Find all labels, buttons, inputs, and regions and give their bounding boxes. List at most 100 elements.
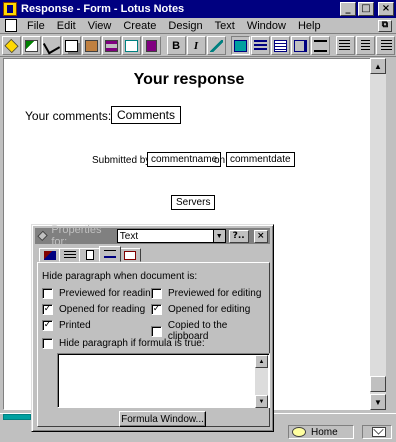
document-icon[interactable]	[5, 19, 17, 32]
opened-reading-option[interactable]: ✓ Opened for reading	[42, 304, 145, 315]
formula-scroll-down-button[interactable]: ▼	[255, 395, 268, 408]
chevron-down-icon[interactable]: ▼	[212, 230, 225, 242]
cut-icon[interactable]	[41, 36, 61, 55]
location-icon	[292, 427, 306, 437]
opened-editing-label: Opened for editing	[168, 304, 251, 315]
text-properties-icon[interactable]	[231, 36, 251, 55]
indent-icon[interactable]	[251, 36, 271, 55]
printed-label: Printed	[59, 320, 91, 331]
title-bar: Response - Form - Lotus Notes _ □ ×	[0, 0, 396, 18]
properties-infobox: Properties for: Text ▼ ?.. × Hide paragr…	[31, 224, 274, 432]
previewed-reading-label: Previewed for reading	[59, 288, 157, 299]
outdent-icon[interactable]	[271, 36, 291, 55]
strikethrough-icon[interactable]	[206, 36, 226, 55]
lotus-notes-icon[interactable]	[3, 2, 17, 16]
align-center-icon[interactable]	[355, 36, 375, 55]
menu-window[interactable]: Window	[241, 20, 292, 32]
previewed-reading-option[interactable]: Previewed for reading	[42, 288, 156, 299]
tab-alignment[interactable]	[59, 248, 81, 262]
servers-field[interactable]: Servers	[171, 195, 216, 210]
commentdate-field[interactable]: commentdate	[226, 152, 295, 167]
copy-icon[interactable]	[61, 36, 81, 55]
paste-icon[interactable]	[81, 36, 101, 55]
hide-formula-checkbox[interactable]	[42, 338, 53, 349]
menu-bar: File Edit View Create Design Text Window…	[0, 18, 396, 34]
edit-icon[interactable]	[21, 36, 41, 55]
close-properties-button[interactable]: ×	[253, 229, 269, 243]
opened-reading-checkbox[interactable]: ✓	[42, 304, 53, 315]
printed-option[interactable]: ✓ Printed	[42, 320, 91, 331]
align-right-icon[interactable]	[375, 36, 395, 55]
mail-status[interactable]	[362, 425, 392, 439]
scroll-down-button[interactable]: ▼	[370, 394, 386, 410]
maximize-button[interactable]: □	[358, 2, 374, 16]
permanent-pen-icon[interactable]	[291, 36, 311, 55]
minimize-button[interactable]: _	[340, 2, 356, 16]
opened-editing-checkbox[interactable]: ✓	[151, 304, 162, 315]
style-tab-icon	[124, 250, 136, 260]
align-left-icon[interactable]	[335, 36, 355, 55]
comments-label: Your comments:	[25, 109, 112, 123]
italic-icon[interactable]: I	[186, 36, 206, 55]
hide-when-tab-icon	[104, 250, 116, 258]
hide-formula-label: Hide paragraph if formula is true:	[59, 338, 205, 349]
comments-field[interactable]: Comments	[111, 106, 182, 124]
menu-help[interactable]: Help	[292, 20, 327, 32]
formula-scrollbar[interactable]: ▲ ▼	[255, 355, 268, 408]
mail-icon	[371, 427, 386, 437]
pagination-tab-icon	[86, 250, 94, 260]
formula-window-button[interactable]: Formula Window...	[119, 411, 206, 427]
properties-title-bar[interactable]: Properties for: Text ▼ ?.. ×	[35, 224, 270, 248]
location-label: Home	[311, 426, 338, 438]
menu-view[interactable]: View	[82, 20, 118, 32]
printed-checkbox[interactable]: ✓	[42, 320, 53, 331]
previewed-editing-option[interactable]: Previewed for editing	[151, 288, 261, 299]
hide-formula-option[interactable]: Hide paragraph if formula is true:	[42, 338, 205, 349]
page-title: Your response	[133, 71, 245, 88]
opened-reading-label: Opened for reading	[59, 304, 146, 315]
tab-hide-when[interactable]	[99, 246, 121, 262]
window-title: Response - Form - Lotus Notes	[21, 3, 185, 15]
properties-for-select[interactable]: Text ▼	[116, 229, 226, 243]
scroll-thumb[interactable]	[370, 376, 386, 392]
restore-document-button[interactable]: ⧉	[378, 19, 392, 32]
infobox-icon	[37, 230, 49, 242]
menu-design[interactable]: Design	[162, 20, 208, 32]
section-icon[interactable]	[141, 36, 161, 55]
vertical-scrollbar[interactable]: ▲ ▼	[370, 58, 386, 410]
help-button[interactable]: ?..	[228, 229, 249, 243]
properties-for-label: Properties for:	[51, 224, 102, 248]
bold-icon[interactable]: B	[166, 36, 186, 55]
tab-pagination[interactable]	[79, 248, 101, 262]
previewed-editing-checkbox[interactable]	[151, 288, 162, 299]
on-label: on	[214, 155, 226, 166]
close-button[interactable]: ×	[378, 2, 394, 16]
scroll-up-button[interactable]: ▲	[370, 58, 386, 74]
previewed-reading-checkbox[interactable]	[42, 288, 53, 299]
properties-for-value: Text	[119, 230, 139, 242]
hide-when-heading: Hide paragraph when document is:	[42, 271, 198, 282]
tab-font[interactable]	[39, 248, 61, 262]
properties-tabs	[39, 246, 141, 263]
commentname-field[interactable]: commentname	[147, 152, 222, 167]
menu-file[interactable]: File	[21, 20, 51, 32]
menu-text[interactable]: Text	[209, 20, 241, 32]
copied-clipboard-checkbox[interactable]	[151, 325, 162, 337]
navigator-icon[interactable]	[2, 36, 21, 55]
field-icon[interactable]	[101, 36, 121, 55]
previewed-editing-label: Previewed for editing	[168, 288, 262, 299]
opened-editing-option[interactable]: ✓ Opened for editing	[151, 304, 250, 315]
tab-style[interactable]	[119, 248, 141, 262]
formula-scroll-up-button[interactable]: ▲	[255, 355, 268, 368]
submitted-by-label: Submitted by	[92, 155, 151, 166]
horizontal-scrollbar[interactable]	[3, 414, 31, 420]
hide-when-icon[interactable]	[311, 36, 331, 55]
shared-field-icon[interactable]	[121, 36, 141, 55]
location-status[interactable]: Home	[288, 425, 354, 439]
formula-textarea[interactable]: ▲ ▼	[57, 353, 270, 408]
font-tab-icon	[44, 250, 56, 260]
menu-create[interactable]: Create	[117, 20, 162, 32]
hide-when-panel: Hide paragraph when document is: Preview…	[37, 262, 270, 427]
menu-edit[interactable]: Edit	[51, 20, 82, 32]
alignment-tab-icon	[64, 251, 76, 259]
